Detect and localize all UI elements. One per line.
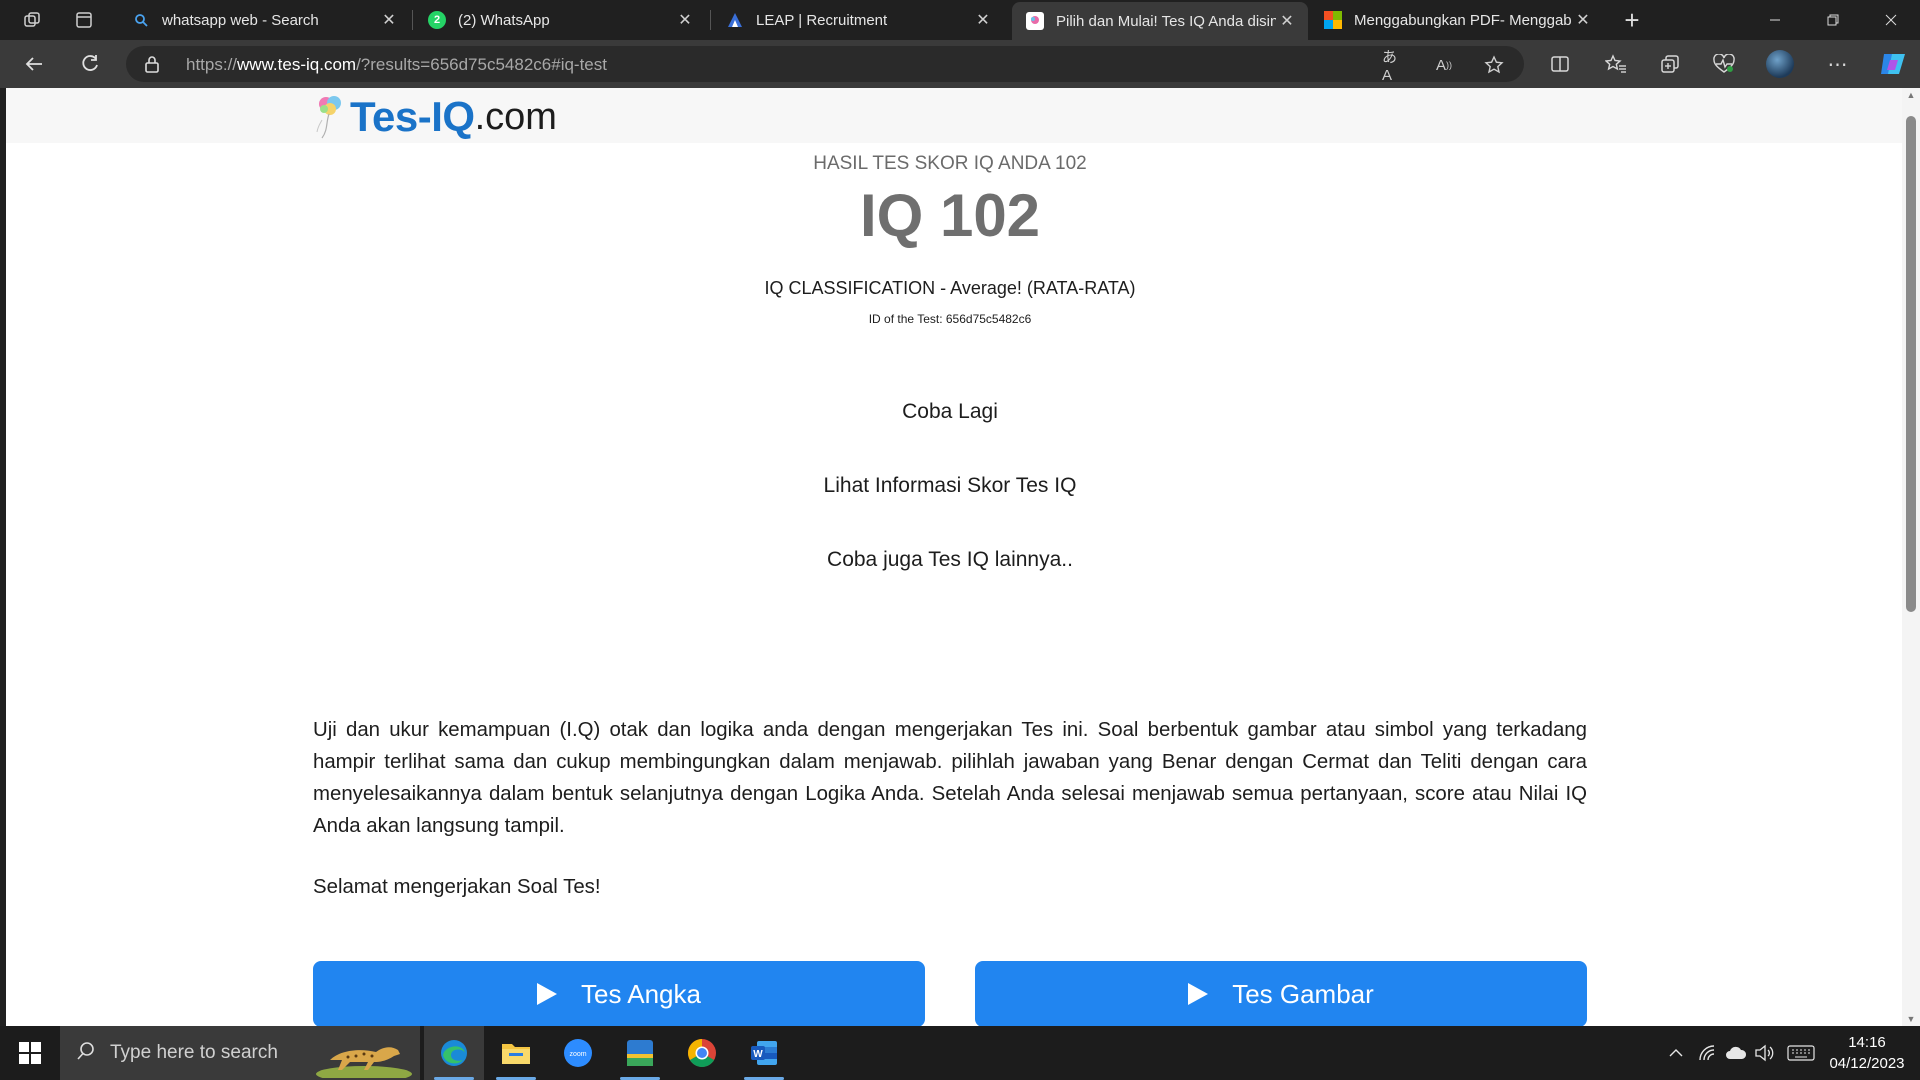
browser-essentials-icon[interactable] [1710,50,1738,78]
system-clock[interactable]: 14:16 04/12/2023 [1820,1032,1914,1074]
windows-logo-icon [19,1042,41,1064]
close-window-button[interactable] [1862,0,1920,40]
search-icon [132,11,150,29]
windows-taskbar: Type here to search zoom W 14:16 04/12/2… [0,1026,1920,1080]
taskbar-chrome[interactable] [672,1026,732,1080]
scroll-down-icon[interactable]: ▼ [1906,1014,1916,1024]
vertical-tabs-icon[interactable] [68,6,100,34]
network-icon[interactable] [1696,1042,1720,1064]
profile-avatar[interactable] [1766,50,1794,78]
iq-score: IQ 102 [859,182,1041,249]
workspaces-icon[interactable] [16,6,48,34]
tab-tes-iq[interactable]: Pilih dan Mulai! Tes IQ Anda disin ✕ [1012,2,1308,40]
read-aloud-icon[interactable]: A)) [1432,54,1456,76]
iq-classification: IQ CLASSIFICATION - Average! (RATA-RATA) [764,278,1136,298]
word-icon: W [751,1041,777,1065]
test-id: ID of the Test: 656d75c5482c6 [868,312,1032,326]
tab-title: Pilih dan Mulai! Tes IQ Anda disin [1056,12,1276,30]
refresh-button[interactable] [72,48,108,80]
onedrive-icon[interactable] [1724,1042,1748,1064]
keyboard-icon[interactable] [1786,1042,1816,1064]
back-button[interactable] [16,48,52,80]
logo-brand-text: Tes-IQ [350,93,475,140]
translate-icon[interactable]: あA [1382,49,1406,84]
brain-logo-icon [316,96,341,139]
lock-icon[interactable] [144,55,160,78]
zoom-icon: zoom [564,1039,592,1067]
tab-title: whatsapp web - Search [162,11,319,29]
search-highlight-cheetah-icon [316,1047,412,1078]
volume-icon[interactable] [1752,1042,1776,1064]
score-info-link[interactable]: Lihat Informasi Skor Tes IQ [313,474,1587,498]
taskbar-search[interactable]: Type here to search [60,1026,420,1080]
leap-icon [726,11,744,29]
search-icon [76,1041,96,1066]
retry-link[interactable]: Coba Lagi [313,400,1587,424]
play-icon [537,983,557,1005]
tab-separator [710,10,711,30]
button-label: Tes Gambar [1232,978,1374,1009]
minimize-button[interactable] [1746,0,1804,40]
tab-merge-pdf[interactable]: Menggabungkan PDF- Menggab ✕ [1310,2,1604,38]
svg-text:W: W [753,1049,763,1060]
tab-whatsapp-search[interactable]: whatsapp web - Search ✕ [118,2,410,38]
tab-strip: whatsapp web - Search ✕ 2 (2) WhatsApp ✕… [0,0,1920,40]
site-header: Tes-IQ .com [6,88,1902,143]
tes-gambar-button[interactable]: Tes Gambar [975,961,1587,1026]
logo-tld-text: .com [474,96,557,138]
split-screen-icon[interactable] [1546,50,1574,78]
search-placeholder: Type here to search [110,1042,278,1063]
favorites-icon[interactable] [1602,50,1630,78]
play-icon [1188,983,1209,1005]
scroll-up-icon[interactable]: ▲ [1906,90,1916,100]
taskbar-calendar-app[interactable] [610,1026,670,1080]
chevron-up-icon[interactable] [1664,1042,1688,1064]
tab-whatsapp[interactable]: 2 (2) WhatsApp ✕ [414,2,706,38]
calendar-app-icon [627,1040,653,1066]
clock-time: 14:16 [1848,1034,1886,1051]
restore-button[interactable] [1804,0,1862,40]
address-bar[interactable]: https://www.tes-iq.com/?results=656d75c5… [126,46,1524,84]
edge-icon [441,1040,467,1066]
tab-title: (2) WhatsApp [458,11,550,29]
pdf-merge-icon [1324,11,1342,29]
button-label: Tes Angka [581,978,701,1009]
tes-angka-button[interactable]: Tes Angka [313,961,925,1026]
chrome-icon [688,1039,716,1067]
taskbar-file-explorer[interactable] [486,1026,546,1080]
close-icon[interactable]: ✕ [674,9,696,31]
other-tests-link[interactable]: Coba juga Tes IQ lainnya.. [313,548,1587,572]
tab-title: LEAP | Recruitment [756,11,888,29]
new-tab-button[interactable]: + [1618,5,1646,35]
file-explorer-icon [502,1044,530,1064]
tab-separator [412,10,413,30]
site-logo[interactable]: Tes-IQ .com [314,90,557,140]
url-text[interactable]: https://www.tes-iq.com/?results=656d75c5… [186,55,607,75]
page-scrollbar[interactable]: ▲ ▼ [1902,88,1920,1026]
close-icon[interactable]: ✕ [1572,9,1594,31]
test-description: Uji dan ukur kemampuan (I.Q) otak dan lo… [313,719,1587,837]
clock-date: 04/12/2023 [1829,1055,1905,1072]
result-title: HASIL TES SKOR IQ ANDA 102 [813,153,1087,174]
more-options-icon[interactable]: ⋯ [1824,50,1852,78]
collections-icon[interactable] [1656,50,1684,78]
start-button[interactable] [0,1026,60,1080]
favorite-star-icon[interactable] [1482,54,1506,76]
close-icon[interactable]: ✕ [972,9,994,31]
tab-leap-recruitment[interactable]: LEAP | Recruitment ✕ [712,2,1004,38]
page-viewport: Tes-IQ .com HASIL TES SKOR IQ ANDA 102 I… [6,88,1920,1026]
taskbar-word[interactable]: W [734,1026,794,1080]
whatsapp-icon: 2 [428,11,446,29]
greeting-text: Selamat mengerjakan Soal Tes! [313,876,601,898]
svg-text:zoom: zoom [569,1051,586,1058]
scrollbar-thumb[interactable] [1906,116,1916,612]
tab-title: Menggabungkan PDF- Menggab [1354,11,1572,29]
taskbar-edge[interactable] [424,1026,484,1080]
close-icon[interactable]: ✕ [1276,10,1298,32]
taskbar-zoom[interactable]: zoom [548,1026,608,1080]
close-icon[interactable]: ✕ [378,9,400,31]
tes-iq-favicon [1026,12,1044,30]
copilot-icon[interactable] [1878,50,1908,78]
browser-toolbar: https://www.tes-iq.com/?results=656d75c5… [0,40,1920,88]
